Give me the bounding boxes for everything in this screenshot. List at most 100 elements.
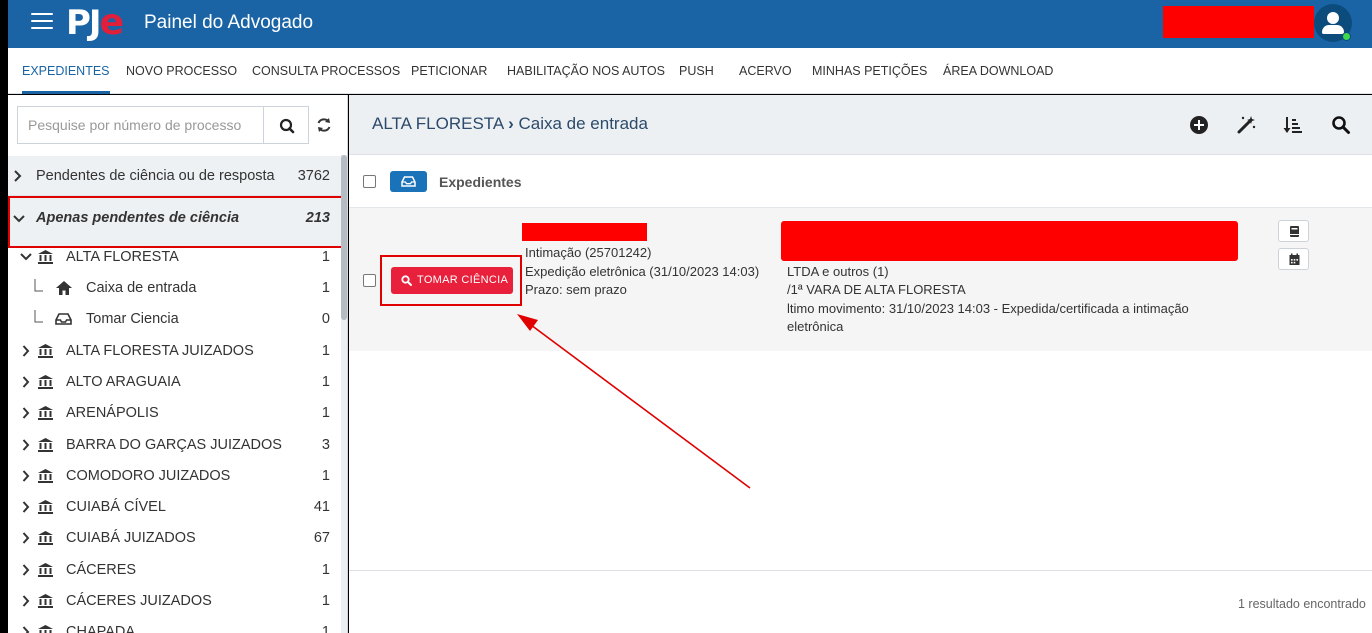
courthouse-icon	[38, 594, 53, 608]
breadcrumb-leaf: Caixa de entrada	[518, 114, 648, 133]
chevron-right-icon	[22, 595, 30, 607]
add-circle-icon[interactable]	[1189, 115, 1209, 135]
item-prazo: Prazo: sem prazo	[525, 282, 627, 297]
tree-item-count: 1	[321, 405, 330, 421]
chevron-right-icon	[22, 501, 30, 513]
calendar-icon	[1289, 253, 1300, 265]
category-apenas-pendentes-ciencia[interactable]: Apenas pendentes de ciência 213	[8, 196, 347, 248]
tree-item-alta-floresta[interactable]: ALTA FLORESTA 1	[8, 242, 347, 273]
chevron-right-icon	[22, 345, 30, 357]
logo-pj: PJ	[66, 3, 102, 43]
tree-connector	[34, 310, 43, 323]
tree-item-label: CUIABÁ JUIZADOS	[66, 530, 196, 546]
select-all-checkbox[interactable]	[363, 175, 376, 188]
tree-item-label: COMODORO JUIZADOS	[66, 468, 231, 484]
tree-item-court[interactable]: ALTA FLORESTA JUIZADOS 1	[8, 336, 347, 367]
courthouse-icon	[38, 625, 53, 633]
courthouse-icon	[38, 469, 53, 483]
tree-item-count: 3	[321, 437, 330, 453]
tab-acervo[interactable]: ACERVO	[739, 48, 792, 94]
tab-consulta-processos[interactable]: CONSULTA PROCESSOS	[252, 48, 400, 94]
sort-icon[interactable]	[1283, 115, 1303, 135]
tree-item-count: 1	[321, 280, 330, 296]
redacted-user-name	[1163, 6, 1314, 38]
expediente-item: TOMAR CIÊNCIA Intimação (25701242) Exped…	[349, 208, 1372, 351]
item-ultimo-movimento: ltimo movimento: 31/10/2023 14:03 - Expe…	[787, 301, 1189, 316]
tab-habilitacao[interactable]: HABILITAÇÃO NOS AUTOS	[507, 48, 665, 94]
search-icon	[401, 275, 412, 286]
tree-item-court[interactable]: COMODORO JUIZADOS 1	[8, 461, 347, 492]
tree-item-caixa-de-entrada[interactable]: Caixa de entrada 1	[8, 273, 347, 304]
main-header: ALTA FLORESTA › Caixa de entrada	[349, 95, 1372, 155]
tab-novo-processo[interactable]: NOVO PROCESSO	[126, 48, 237, 94]
category-count: 213	[305, 210, 330, 226]
item-vara: /1ª VARA DE ALTA FLORESTA	[787, 282, 966, 297]
chevron-right-icon	[22, 376, 30, 388]
tab-push[interactable]: PUSH	[679, 48, 714, 94]
tree-item-court[interactable]: BARRA DO GARÇAS JUIZADOS 3	[8, 430, 347, 461]
tree-item-count: 1	[321, 343, 330, 359]
courthouse-icon	[38, 375, 53, 389]
tree-item-court[interactable]: CUIABÁ CÍVEL 41	[8, 492, 347, 523]
tree-item-court[interactable]: CÁCERES JUIZADOS 1	[8, 586, 347, 617]
category-label: Apenas pendentes de ciência	[36, 210, 240, 226]
view-document-button[interactable]	[1278, 220, 1309, 242]
tree-item-label: ALTA FLORESTA JUIZADOS	[66, 343, 254, 359]
category-pendentes-ciencia-resposta[interactable]: Pendentes de ciência ou de resposta 3762	[8, 156, 347, 196]
search-button[interactable]	[263, 106, 309, 144]
results-count: 1 resultado encontrado	[1238, 597, 1366, 611]
main-panel: ALTA FLORESTA › Caixa de entrada Expedie…	[349, 95, 1372, 633]
tree-item-label: ARENÁPOLIS	[66, 405, 159, 421]
search-icon	[279, 118, 295, 134]
user-avatar[interactable]	[1314, 4, 1352, 42]
item-expedicao: Expedição eletrônica (31/10/2023 14:03)	[525, 264, 760, 279]
tree-item-tomar-ciencia[interactable]: Tomar Ciencia 0	[8, 304, 347, 335]
tree-item-court[interactable]: CHAPADA 1	[8, 617, 347, 633]
category-count: 3762	[297, 168, 330, 184]
courthouse-icon	[38, 406, 53, 420]
tree-item-court[interactable]: ALTO ARAGUAIA 1	[8, 367, 347, 398]
menu-icon[interactable]	[31, 13, 53, 31]
search-input[interactable]: Pesquise por número de processo	[17, 106, 264, 144]
tree-item-count: 1	[321, 593, 330, 609]
courthouse-icon	[38, 531, 53, 545]
item-parties: LTDA e outros (1)	[787, 264, 889, 279]
breadcrumb-root[interactable]: ALTA FLORESTA	[372, 114, 503, 133]
sidebar-scrollbar-thumb[interactable]	[341, 155, 347, 320]
inbox-icon	[401, 176, 416, 187]
tab-peticionar[interactable]: PETICIONAR	[411, 48, 487, 94]
chevron-right-icon	[22, 407, 30, 419]
tree-item-count: 1	[321, 374, 330, 390]
tree-item-court[interactable]: CUIABÁ JUIZADOS 67	[8, 523, 347, 554]
item-type: Intimação (25701242)	[525, 245, 652, 260]
tree-item-court[interactable]: ARENÁPOLIS 1	[8, 398, 347, 429]
tab-expedientes[interactable]: EXPEDIENTES	[22, 48, 110, 94]
inbox-badge	[390, 171, 427, 192]
chevron-down-icon	[20, 253, 32, 261]
tree-item-label: BARRA DO GARÇAS JUIZADOS	[66, 437, 282, 453]
tree-item-label: ALTO ARAGUAIA	[66, 374, 181, 390]
tree-item-label: Caixa de entrada	[86, 280, 197, 296]
tab-area-download[interactable]: ÁREA DOWNLOAD	[943, 48, 1053, 94]
chevron-right-icon	[22, 439, 30, 451]
logo-e: e	[99, 2, 124, 43]
magic-wand-icon[interactable]	[1236, 115, 1256, 135]
tree-item-count: 1	[321, 468, 330, 484]
tree-item-court[interactable]: CÁCERES 1	[8, 555, 347, 586]
tab-minhas-peticoes[interactable]: MINHAS PETIÇÕES	[812, 48, 927, 94]
tree-item-label: CÁCERES JUIZADOS	[66, 593, 212, 609]
redacted-party-names	[781, 221, 1238, 261]
search-icon[interactable]	[1331, 115, 1351, 135]
chevron-right-icon	[22, 564, 30, 576]
item-checkbox[interactable]	[363, 274, 376, 287]
app-title: Painel do Advogado	[144, 12, 314, 33]
sidebar: Pesquise por número de processo Pendente…	[8, 95, 348, 633]
pje-logo[interactable]: PJe	[66, 2, 124, 44]
refresh-icon[interactable]	[314, 115, 334, 135]
inbox-icon	[55, 313, 72, 325]
tree-item-count: 41	[313, 499, 330, 515]
calendar-button[interactable]	[1278, 248, 1309, 270]
chevron-right-icon	[22, 626, 30, 633]
tomar-ciencia-button[interactable]: TOMAR CIÊNCIA	[391, 267, 513, 294]
tomar-ciencia-label: TOMAR CIÊNCIA	[417, 274, 509, 286]
